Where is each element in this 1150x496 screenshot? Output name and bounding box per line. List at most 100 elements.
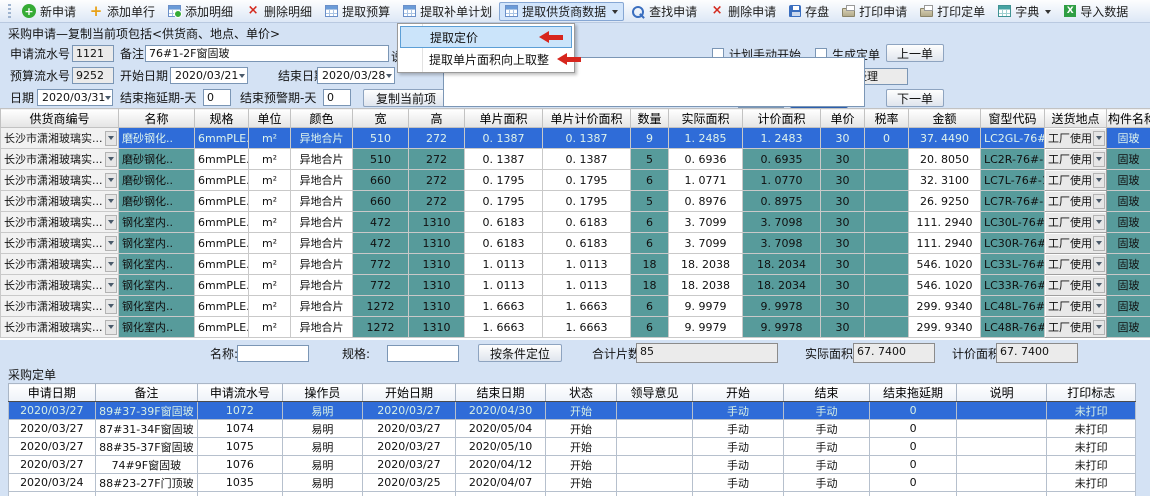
- chevron-down-icon[interactable]: [1093, 215, 1105, 230]
- name-cell[interactable]: 钢化室内..: [119, 296, 195, 317]
- budget-no-input[interactable]: 9252: [72, 67, 114, 84]
- delivery-cell[interactable]: 工厂使用: [1045, 254, 1107, 275]
- width-cell[interactable]: 772: [353, 275, 409, 296]
- unit-cell[interactable]: m²: [249, 128, 291, 149]
- chevron-down-icon[interactable]: [105, 299, 117, 314]
- chevron-down-icon[interactable]: [239, 74, 245, 81]
- height-cell[interactable]: 1310: [409, 233, 465, 254]
- print-flag-header[interactable]: 打印标志: [1047, 384, 1136, 402]
- window-code-cell[interactable]: LC33L-76#..: [981, 254, 1045, 275]
- order-end-date-cell[interactable]: 2020/05/10: [455, 438, 546, 456]
- price-area-cell[interactable]: 9. 9978: [743, 296, 821, 317]
- tax-cell[interactable]: [865, 254, 909, 275]
- unit-cell[interactable]: m²: [249, 149, 291, 170]
- height-cell[interactable]: 272: [409, 128, 465, 149]
- width-cell[interactable]: 510: [353, 149, 409, 170]
- spec-cell[interactable]: 6mmPLE..: [195, 149, 249, 170]
- copy-current-button[interactable]: 复制当前项: [363, 89, 449, 107]
- start-mode-header[interactable]: 开始: [693, 384, 784, 402]
- unit-cell[interactable]: m²: [249, 191, 291, 212]
- qty-cell[interactable]: 6: [631, 170, 669, 191]
- window-code-cell[interactable]: LC30R-76#..: [981, 233, 1045, 254]
- price-area-cell[interactable]: 1. 0770: [743, 170, 821, 191]
- qty-cell[interactable]: 6: [631, 317, 669, 338]
- toolbar-button-extract-supplement-plan[interactable]: 提取补单计划: [397, 2, 498, 21]
- toolbar-button-add-row[interactable]: +添加单行: [83, 2, 161, 21]
- name-cell[interactable]: 钢化室内..: [119, 317, 195, 338]
- delivery-cell[interactable]: 工厂使用: [1045, 149, 1107, 170]
- order-end-date-cell[interactable]: 2020/04/07: [455, 474, 546, 492]
- chevron-down-icon[interactable]: [1093, 236, 1105, 251]
- name-cell[interactable]: 磨砂钢化..: [119, 149, 195, 170]
- window-code-cell[interactable]: LC30L-76#..: [981, 212, 1045, 233]
- name-cell[interactable]: 磨砂钢化..: [119, 191, 195, 212]
- order-remark-cell[interactable]: 89#37-39F窗固玻: [95, 402, 198, 420]
- chevron-down-icon[interactable]: [105, 152, 117, 167]
- width-cell[interactable]: 1272: [353, 317, 409, 338]
- window-code-cell[interactable]: LC2R-76#-1F.: [981, 149, 1045, 170]
- tax-cell[interactable]: [865, 191, 909, 212]
- order-operator-header[interactable]: 操作员: [282, 384, 363, 402]
- height-cell[interactable]: 1310: [409, 275, 465, 296]
- tax-cell[interactable]: [865, 317, 909, 338]
- delivery-cell[interactable]: 工厂使用: [1045, 128, 1107, 149]
- toolbar-button-dictionary[interactable]: 字典: [992, 2, 1057, 21]
- print-flag-cell[interactable]: 未打印: [1047, 402, 1136, 420]
- amount-cell[interactable]: 111. 2940: [909, 233, 981, 254]
- width-cell[interactable]: 472: [353, 233, 409, 254]
- order-start-date-cell[interactable]: 2020/03/27: [363, 438, 456, 456]
- unit-price-cell[interactable]: 30: [821, 212, 865, 233]
- apply-date-cell[interactable]: 2020/03/27: [9, 402, 96, 420]
- piece-area-cell[interactable]: 1. 6663: [465, 317, 543, 338]
- unit-price-cell[interactable]: 30: [821, 233, 865, 254]
- chevron-down-icon[interactable]: [1093, 278, 1105, 293]
- order-note-cell[interactable]: [956, 492, 1047, 496]
- toolbar-button-extract-supplier-data[interactable]: 提取供货商数据: [499, 2, 624, 21]
- supplier-header[interactable]: 供货商编号: [1, 109, 119, 128]
- window-code-cell[interactable]: LC7L-76#-1FO: [981, 170, 1045, 191]
- width-cell[interactable]: 772: [353, 254, 409, 275]
- end-mode-cell[interactable]: [783, 492, 870, 496]
- delivery-header[interactable]: 送货地点: [1045, 109, 1107, 128]
- qty-cell[interactable]: 18: [631, 254, 669, 275]
- unit-price-cell[interactable]: 30: [821, 275, 865, 296]
- price-area-cell[interactable]: 3. 7098: [743, 233, 821, 254]
- order-start-date-cell[interactable]: [363, 492, 456, 496]
- unit-price-cell[interactable]: 30: [821, 254, 865, 275]
- order-note-cell[interactable]: [956, 474, 1047, 492]
- apply-date-header[interactable]: 申请日期: [9, 384, 96, 402]
- unit-price-cell[interactable]: 30: [821, 317, 865, 338]
- unit-cell[interactable]: m²: [249, 254, 291, 275]
- toolbar-button-import-data[interactable]: X导入数据: [1058, 2, 1134, 21]
- order-operator-cell[interactable]: 易明: [282, 438, 363, 456]
- toolbar-button-new-request[interactable]: +新申请: [16, 2, 82, 21]
- piece-area-cell[interactable]: 1. 0113: [465, 275, 543, 296]
- toolbar-button-extract-budget[interactable]: 提取预算: [319, 2, 396, 21]
- leader-opinion-cell[interactable]: [616, 492, 692, 496]
- leader-opinion-cell[interactable]: [616, 420, 692, 438]
- order-start-date-cell[interactable]: 2020/03/27: [363, 402, 456, 420]
- height-header[interactable]: 高: [409, 109, 465, 128]
- amount-cell[interactable]: 26. 9250: [909, 191, 981, 212]
- name-cell[interactable]: 钢化室内..: [119, 254, 195, 275]
- amount-cell[interactable]: 111. 2940: [909, 212, 981, 233]
- chevron-down-icon[interactable]: [105, 215, 117, 230]
- delivery-cell[interactable]: 工厂使用: [1045, 275, 1107, 296]
- amount-cell[interactable]: 546. 1020: [909, 254, 981, 275]
- spec-cell[interactable]: 6mmPLE..: [195, 233, 249, 254]
- apply-no-cell[interactable]: 1072: [198, 402, 283, 420]
- window-code-header[interactable]: 窗型代码: [981, 109, 1045, 128]
- end-delay-cell[interactable]: 0: [870, 420, 957, 438]
- print-flag-cell[interactable]: 未打印: [1047, 456, 1136, 474]
- delivery-cell[interactable]: 工厂使用: [1045, 317, 1107, 338]
- component-cell[interactable]: 固玻: [1107, 275, 1150, 296]
- piece-price-area-cell[interactable]: 1. 6663: [543, 317, 631, 338]
- order-operator-cell[interactable]: [282, 492, 363, 496]
- end-mode-cell[interactable]: 手动: [783, 438, 870, 456]
- name-cell[interactable]: 钢化室内..: [119, 212, 195, 233]
- window-code-cell[interactable]: LC48R-76#..: [981, 317, 1045, 338]
- status-cell[interactable]: [546, 492, 616, 496]
- supplier-cell[interactable]: 长沙市潇湘玻璃实...: [1, 149, 119, 170]
- spec-cell[interactable]: 6mmPLE..: [195, 170, 249, 191]
- piece-area-cell[interactable]: 0. 1387: [465, 149, 543, 170]
